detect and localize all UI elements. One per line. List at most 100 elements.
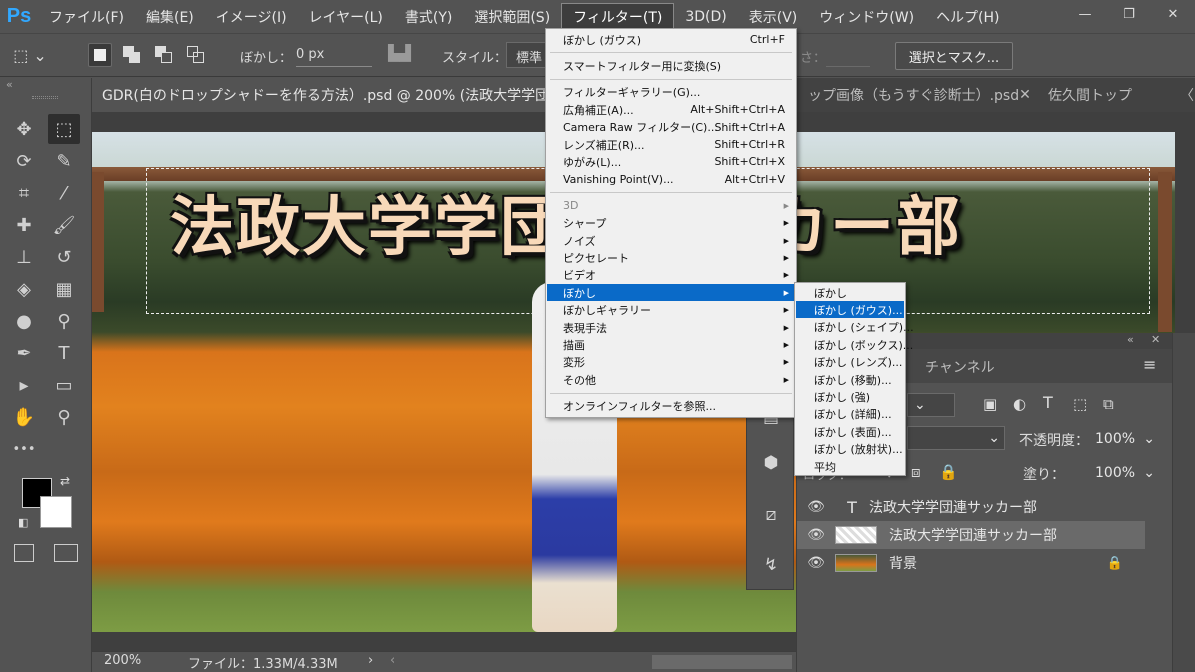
hand-tool-icon[interactable]: ✋ xyxy=(8,402,40,432)
tab-document-3[interactable]: 佐久間トップ xyxy=(1038,78,1168,112)
subtract-selection-mode[interactable] xyxy=(152,43,176,67)
panel-close-icon[interactable]: ✕ xyxy=(1151,333,1160,346)
menu-2[interactable]: イメージ(I) xyxy=(205,3,298,31)
filter-menu-item[interactable]: Vanishing Point(V)... Alt+Ctrl+V xyxy=(547,171,795,188)
panel-menu-icon[interactable]: ≡ xyxy=(1143,355,1156,374)
filter-image-icon[interactable]: ▣ xyxy=(983,395,997,413)
move-tool-icon[interactable]: ✥ xyxy=(8,114,40,144)
filter-menu-item[interactable]: ゆがみ(L)... Shift+Ctrl+X xyxy=(547,153,795,170)
panel-collapse-icon[interactable]: « xyxy=(1127,333,1134,346)
filter-menu-item[interactable]: フィルターギャラリー(G)... xyxy=(547,84,795,101)
blur-menu-item[interactable]: ぼかし (ガウス)... xyxy=(796,301,904,319)
blur-menu-item[interactable]: ぼかし (ボックス)... xyxy=(796,336,913,353)
filter-menu-item[interactable]: ぼかし ▶ xyxy=(547,284,795,302)
style-select[interactable]: 標準 xyxy=(506,42,548,68)
history-brush-tool-icon[interactable]: ↺ xyxy=(48,242,80,272)
tab-overflow-icon[interactable]: 〈 xyxy=(1170,78,1195,112)
menu-9[interactable]: ウィンドウ(W) xyxy=(808,3,925,31)
fill-input[interactable]: 100% ⌄ xyxy=(1089,461,1163,485)
lock-artboard-icon[interactable]: ⧈ xyxy=(911,463,921,481)
menu-3[interactable]: レイヤー(L) xyxy=(298,3,394,31)
visibility-eye-icon[interactable]: 👁 xyxy=(797,527,835,543)
swap-colors-icon[interactable]: ⇄ xyxy=(60,474,70,488)
filter-menu-item[interactable]: ぼかし (ガウス) Ctrl+F xyxy=(547,31,795,48)
filter-shape-icon[interactable]: ⬚ xyxy=(1073,395,1087,413)
new-selection-mode[interactable] xyxy=(88,43,112,67)
menu-4[interactable]: 書式(Y) xyxy=(394,3,463,31)
menu-10[interactable]: ヘルプ(H) xyxy=(925,3,1010,31)
zoom-level[interactable]: 200% xyxy=(104,653,141,668)
layer-row-text[interactable]: 👁 T 法政大学学団連サッカー部 xyxy=(797,493,1145,521)
scroll-left-icon[interactable]: ‹ xyxy=(390,653,395,668)
height-input[interactable] xyxy=(826,47,870,67)
blur-menu-item[interactable]: ぼかし (詳細)... xyxy=(796,406,904,423)
stamp-tool-icon[interactable]: ⊥ xyxy=(8,242,40,272)
visibility-eye-icon[interactable]: 👁 xyxy=(797,499,835,515)
blur-menu-item[interactable]: ぼかし (レンズ)... xyxy=(796,354,904,371)
dodge-tool-icon[interactable]: ⚲ xyxy=(48,306,80,336)
filter-menu-item[interactable]: 変形 ▶ xyxy=(547,354,795,371)
marquee-tool-icon[interactable]: ⬚ xyxy=(48,114,80,144)
default-colors-icon[interactable]: ◧ xyxy=(18,516,28,529)
filter-menu-item[interactable]: レンズ補正(R)... Shift+Ctrl+R xyxy=(547,136,795,153)
filter-menu-item[interactable]: ピクセレート ▶ xyxy=(547,249,795,266)
filter-menu-item[interactable]: 広角補正(A)... Alt+Shift+Ctrl+A xyxy=(547,101,795,118)
blur-menu-item[interactable]: ぼかし (移動)... xyxy=(796,371,904,388)
right-panel-scrollbar[interactable] xyxy=(1172,333,1195,672)
path-select-tool-icon[interactable]: ▸ xyxy=(8,370,40,400)
close-button[interactable]: ✕ xyxy=(1151,0,1195,28)
minimize-button[interactable]: — xyxy=(1063,0,1107,28)
blend-mode-select[interactable]: ⌄ xyxy=(907,426,1005,450)
filter-smart-icon[interactable]: ⧉ xyxy=(1103,395,1114,413)
screen-mode-icon[interactable] xyxy=(54,544,78,562)
filter-menu-item[interactable]: 表現手法 ▶ xyxy=(547,319,795,336)
blur-menu-item[interactable]: ぼかし (放射状)... xyxy=(796,441,904,458)
filter-type-icon[interactable]: T xyxy=(1043,393,1053,412)
gradient-tool-icon[interactable]: ▦ xyxy=(48,274,80,304)
quick-mask-icon[interactable] xyxy=(14,544,34,562)
tools-collapse-button[interactable]: « xyxy=(6,78,13,91)
select-and-mask-button[interactable]: 選択とマスク... xyxy=(895,42,1013,70)
restore-button[interactable]: ❐ xyxy=(1107,0,1151,28)
menu-6[interactable]: フィルター(T) xyxy=(561,2,675,31)
tab-channels[interactable]: チャンネル xyxy=(925,357,995,377)
filter-menu-item[interactable]: ノイズ ▶ xyxy=(547,232,795,249)
lasso-tool-icon[interactable]: ⟳ xyxy=(8,146,40,176)
blur-menu-item[interactable]: 平均 xyxy=(796,458,904,475)
filter-menu-item[interactable]: ぼかしギャラリー ▶ xyxy=(547,302,795,319)
layer-row-selected[interactable]: 👁 法政大学学団連サッカー部 xyxy=(797,521,1145,549)
zoom-tool-icon[interactable]: ⚲ xyxy=(48,402,80,432)
pen-tool-icon[interactable]: ✒ xyxy=(8,338,40,368)
menu-7[interactable]: 3D(D) xyxy=(674,3,737,31)
brush-tool-icon[interactable]: 🖌 xyxy=(48,210,80,240)
horizontal-scrollbar-thumb[interactable] xyxy=(652,655,792,669)
blur-menu-item[interactable]: ぼかし (強) xyxy=(796,388,904,405)
healing-tool-icon[interactable]: ✚ xyxy=(8,210,40,240)
blur-menu-item[interactable]: ぼかし xyxy=(796,284,904,301)
lock-all-icon[interactable]: 🔒 xyxy=(939,463,958,481)
visibility-eye-icon[interactable]: 👁 xyxy=(797,555,835,571)
eyedropper-tool-icon[interactable]: ⁄ xyxy=(48,178,80,208)
layer-filter-select[interactable]: ⌄ xyxy=(907,393,955,417)
type-tool-icon[interactable]: T xyxy=(48,338,80,368)
tab-document-active[interactable]: GDR(白のドロップシャドーを作る方法）.psd @ 200% (法政大学学団 xyxy=(92,78,547,112)
paths-icon[interactable]: ⧄ xyxy=(755,499,787,531)
feather-input[interactable]: 0 px xyxy=(296,47,372,67)
opacity-input[interactable]: 100% ⌄ xyxy=(1089,427,1163,451)
history-icon[interactable]: ↯ xyxy=(755,549,787,581)
intersect-selection-mode[interactable] xyxy=(184,43,208,67)
menu-5[interactable]: 選択範囲(S) xyxy=(463,3,561,31)
marquee-preset-picker[interactable]: ⬚ ⌄ xyxy=(8,40,52,70)
status-menu-arrow-icon[interactable]: › xyxy=(368,653,373,668)
tab-close-icon[interactable]: ✕ xyxy=(1019,87,1031,103)
shape-tool-icon[interactable]: ▭ xyxy=(48,370,80,400)
filter-menu-item[interactable]: ビデオ ▶ xyxy=(547,267,795,284)
filter-menu-item[interactable]: スマートフィルター用に変換(S) xyxy=(547,57,795,74)
more-tools-icon[interactable]: ••• xyxy=(8,434,40,464)
3d-icon[interactable]: ⬢ xyxy=(755,447,787,479)
menu-1[interactable]: 編集(E) xyxy=(135,3,205,31)
filter-menu-item[interactable]: シャープ ▶ xyxy=(547,215,795,232)
filter-menu-item[interactable]: Camera Raw フィルター(C)... Shift+Ctrl+A xyxy=(547,119,795,136)
filter-menu-item[interactable]: その他 ▶ xyxy=(547,371,795,388)
filter-menu-item[interactable]: オンラインフィルターを参照... xyxy=(547,398,795,415)
